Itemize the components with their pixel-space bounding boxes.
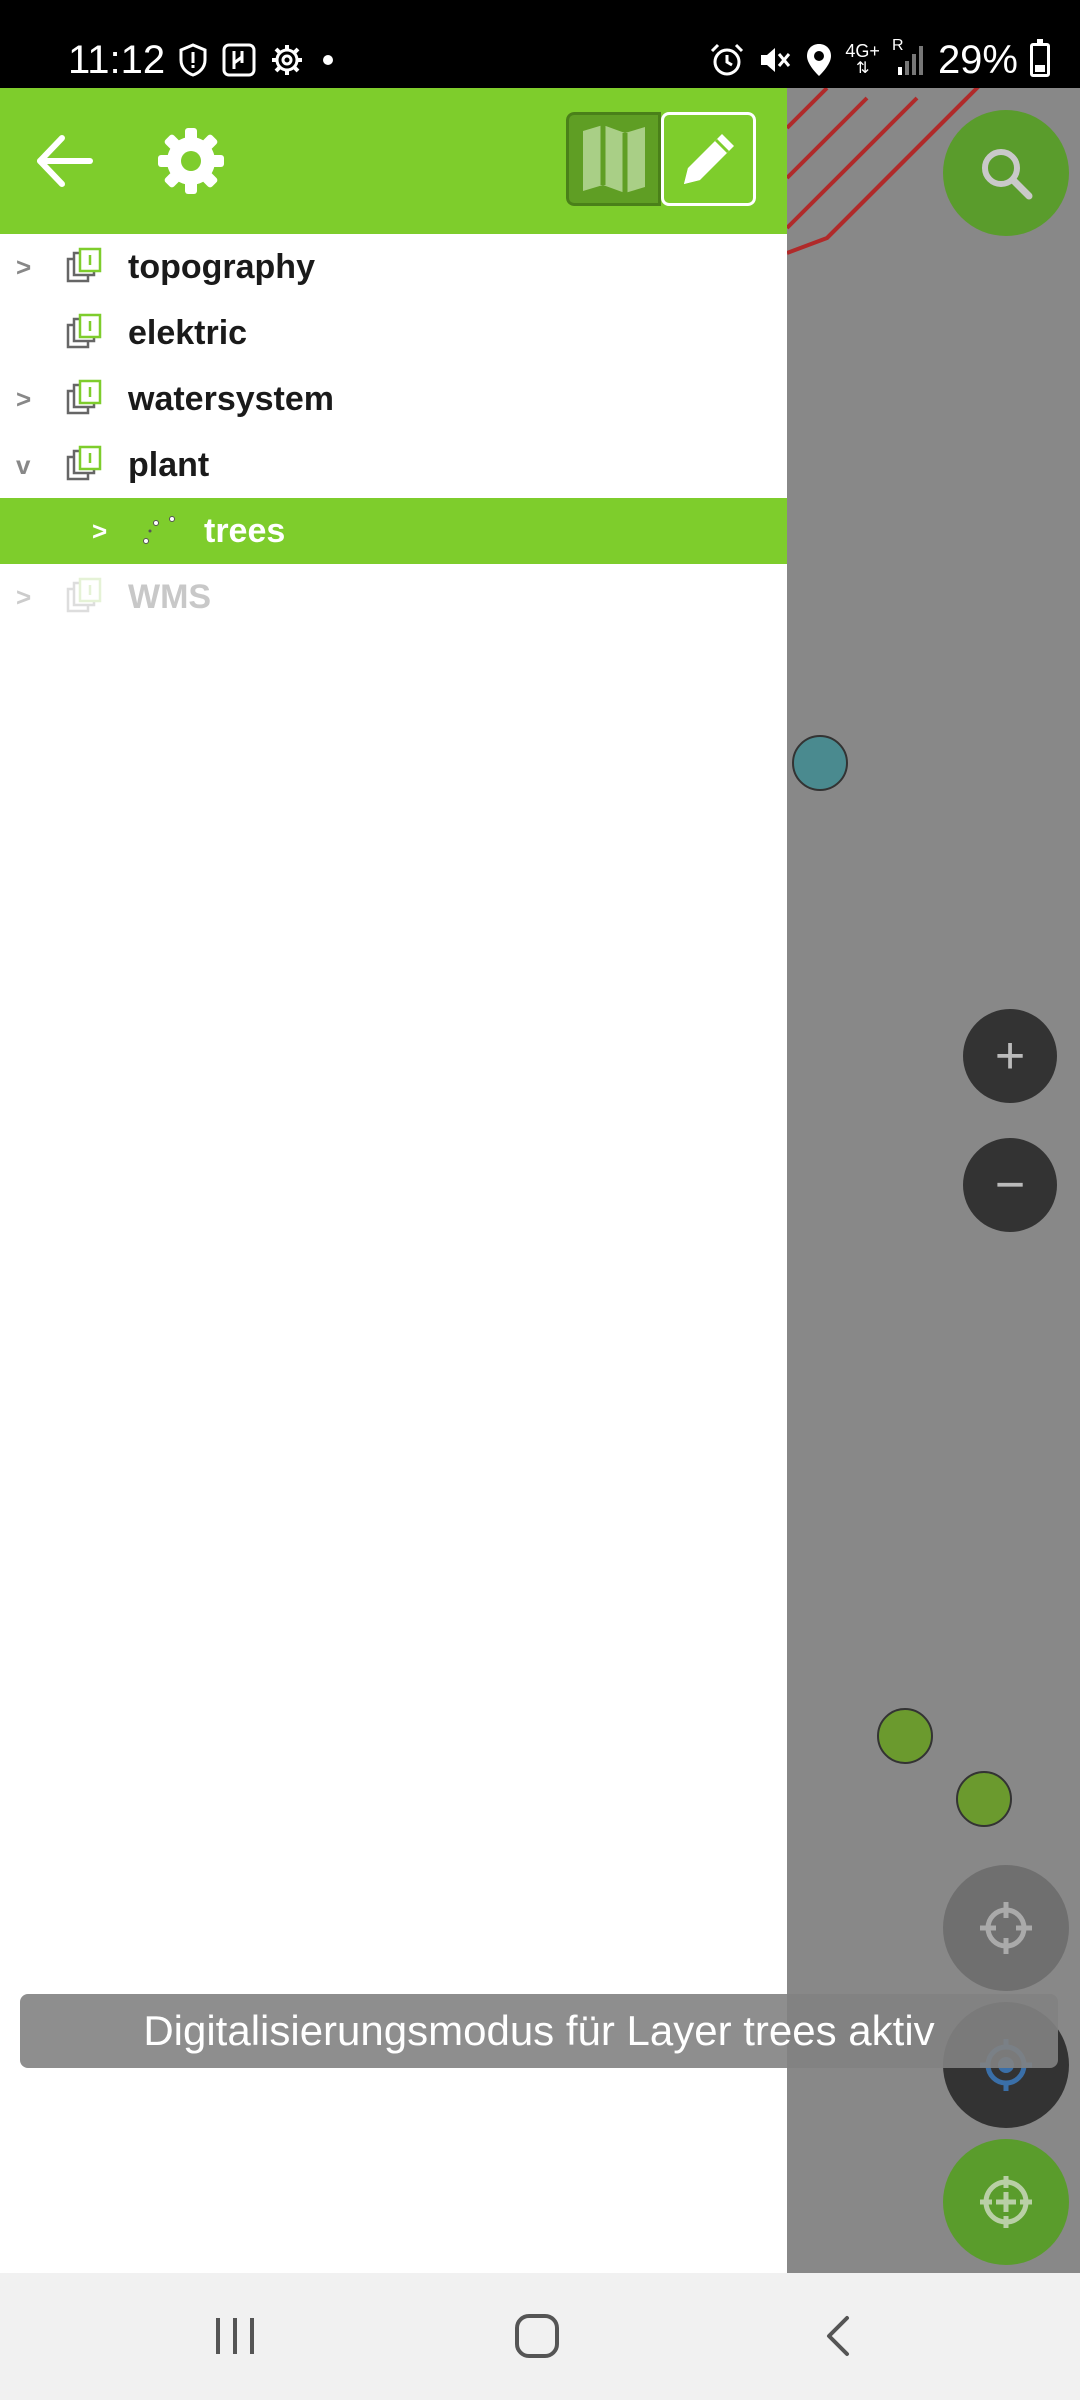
point-layer-icon bbox=[143, 516, 175, 544]
arrow-left-icon[interactable] bbox=[32, 128, 98, 194]
zoom-in-label: + bbox=[994, 1027, 1026, 1085]
back-button[interactable] bbox=[804, 2303, 874, 2369]
map-icon bbox=[582, 125, 645, 193]
home-icon bbox=[515, 2314, 559, 2358]
zoom-in-button[interactable]: + bbox=[963, 1009, 1057, 1103]
layer-group-icon bbox=[66, 313, 102, 349]
layer-label: elektric bbox=[128, 313, 248, 352]
edit-mode-button[interactable] bbox=[661, 112, 756, 206]
layer-row-topography[interactable]: > topography bbox=[0, 234, 787, 300]
shield-icon bbox=[179, 43, 207, 77]
add-point-icon bbox=[980, 2176, 1032, 2228]
pencil-icon bbox=[683, 134, 734, 184]
layer-label: watersystem bbox=[128, 379, 335, 418]
layer-group-icon bbox=[66, 445, 102, 481]
system-nav-bar bbox=[0, 2273, 1080, 2400]
home-button[interactable] bbox=[502, 2303, 572, 2369]
toast-message: Digitalisierungsmodus für Layer trees ak… bbox=[20, 1994, 1058, 2068]
status-left-icons bbox=[178, 40, 338, 80]
roaming-indicator: R bbox=[891, 37, 904, 54]
layer-row-elektric[interactable]: elektric bbox=[0, 300, 787, 366]
drawer-header bbox=[0, 88, 787, 234]
zoom-out-label: − bbox=[994, 1156, 1026, 1214]
layer-label: WMS bbox=[128, 577, 212, 616]
back-icon bbox=[827, 2316, 849, 2356]
layer-group-icon bbox=[66, 379, 102, 415]
mute-icon bbox=[761, 48, 791, 72]
search-icon bbox=[982, 149, 1033, 200]
status-bar: 11:12 4G+ ⇅ R 29% bbox=[0, 0, 1080, 88]
layer-row-watersystem[interactable]: > watersystem bbox=[0, 366, 787, 432]
expand-indicator[interactable]: > bbox=[92, 516, 107, 547]
signal-icon: R bbox=[892, 37, 926, 77]
status-time: 11:12 bbox=[68, 38, 166, 82]
layer-tree: > topography elektric > watersystem v pl… bbox=[0, 234, 787, 630]
crosshair-icon bbox=[980, 1902, 1032, 1954]
expand-indicator[interactable]: > bbox=[16, 384, 31, 415]
layer-row-trees[interactable]: > trees bbox=[0, 498, 787, 564]
layer-group-icon bbox=[66, 577, 102, 613]
alarm-icon bbox=[711, 43, 744, 76]
recent-apps-button[interactable] bbox=[200, 2303, 270, 2369]
map-feature-point[interactable] bbox=[877, 1708, 933, 1764]
map-feature-point[interactable] bbox=[956, 1771, 1012, 1827]
layer-label: trees bbox=[204, 511, 286, 550]
mode-toggle[interactable] bbox=[566, 112, 756, 206]
settings-icon bbox=[272, 45, 302, 75]
expand-indicator[interactable]: > bbox=[16, 582, 31, 613]
location-icon bbox=[807, 44, 832, 76]
layer-label: plant bbox=[128, 445, 210, 484]
network-type: 4G+ bbox=[845, 41, 880, 61]
map-feature-point[interactable] bbox=[792, 735, 848, 791]
layer-row-wms[interactable]: > WMS bbox=[0, 564, 787, 630]
locate-button[interactable] bbox=[943, 1865, 1069, 1991]
layer-row-plant[interactable]: v plant bbox=[0, 432, 787, 498]
recent-apps-icon bbox=[216, 2318, 254, 2354]
layer-drawer: > topography elektric > watersystem v pl… bbox=[0, 88, 787, 2273]
expand-indicator[interactable]: > bbox=[16, 252, 31, 283]
layer-label: topography bbox=[128, 247, 315, 286]
gear-icon[interactable] bbox=[156, 126, 226, 196]
battery-icon bbox=[1030, 39, 1050, 77]
map-mode-button[interactable] bbox=[566, 112, 661, 206]
add-point-button[interactable] bbox=[943, 2139, 1069, 2265]
battery-percent: 29% bbox=[937, 37, 1018, 82]
zoom-out-button[interactable]: − bbox=[963, 1138, 1057, 1232]
map-search-button[interactable] bbox=[943, 110, 1069, 236]
usb-debug-icon bbox=[222, 43, 256, 77]
map-view[interactable]: + − bbox=[787, 88, 1080, 2273]
expand-indicator[interactable]: v bbox=[16, 450, 30, 481]
network-icon: 4G+ ⇅ bbox=[845, 41, 880, 77]
status-right-icons: 4G+ ⇅ R 29% bbox=[709, 36, 1050, 84]
dot-icon bbox=[323, 55, 333, 65]
layer-group-icon bbox=[66, 247, 102, 283]
